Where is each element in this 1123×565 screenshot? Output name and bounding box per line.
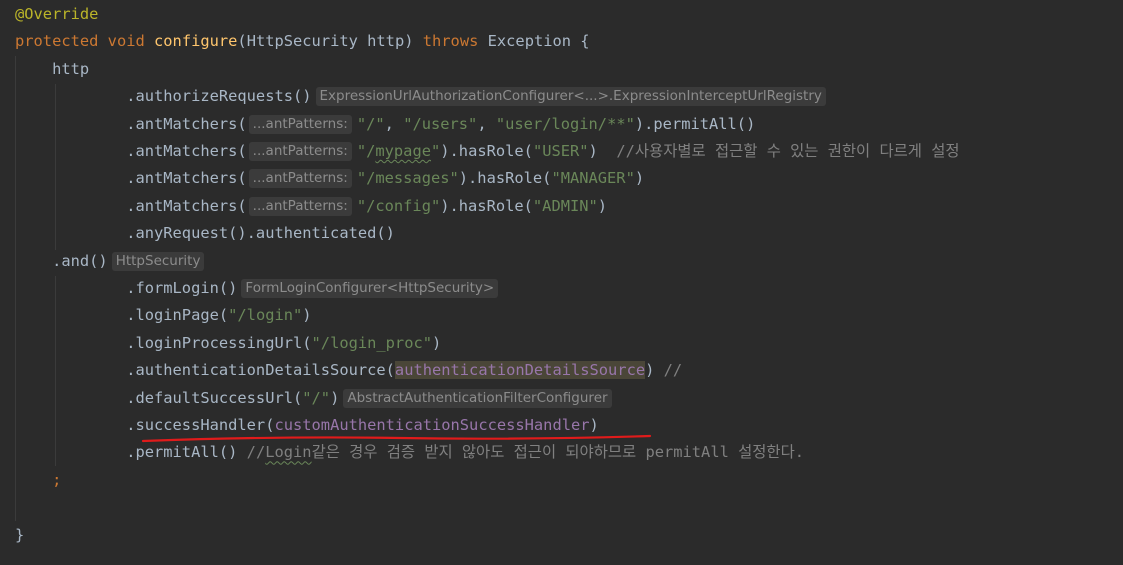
code-token: ).hasRole( (440, 142, 533, 160)
code-line[interactable]: .antMatchers(...antPatterns: "/messages")… (15, 165, 644, 192)
red-underline-annotation (141, 434, 652, 443)
keyword-token: protected (15, 32, 108, 51)
keyword-token: void (107, 32, 155, 51)
type-hint: ExpressionUrlAuthorizationConfigurer<...… (315, 87, 826, 107)
code-token: , (477, 114, 496, 133)
annotation-token: @Override (15, 5, 99, 23)
code-token: ) (432, 333, 442, 352)
type-hint: AbstractAuthenticationFilterConfigurer (343, 388, 612, 408)
string-literal: "ADMIN" (532, 196, 598, 215)
code-token: ) (597, 196, 608, 215)
code-token: .antMatchers( (126, 196, 247, 215)
code-line[interactable]: ; (15, 467, 61, 494)
type-hint: FormLoginConfigurer<HttpSecurity> (241, 279, 499, 298)
code-line[interactable]: http (15, 56, 89, 83)
code-token: .authorizeRequests() (126, 87, 312, 106)
code-line[interactable]: .and() HttpSecurity (15, 248, 208, 275)
string-literal: mypage (375, 142, 431, 160)
method-name-token: configure (154, 32, 238, 51)
string-literal: "MANAGER" (551, 169, 635, 188)
code-token: .loginProcessingUrl( (126, 333, 312, 352)
code-token: .and() (52, 251, 108, 270)
string-literal: "/messages" (356, 169, 459, 188)
string-literal: "USER" (532, 142, 589, 160)
code-line[interactable]: .antMatchers(...antPatterns: "/config").h… (15, 193, 607, 220)
code-token: http (52, 59, 90, 78)
keyword-token: throws (422, 32, 488, 51)
code-line[interactable]: .defaultSuccessUrl("/") AbstractAuthentic… (15, 385, 616, 412)
parameter-hint: ...antPatterns: (248, 114, 352, 134)
string-literal: "/users" (403, 114, 478, 133)
code-token: Exception { (487, 32, 590, 51)
code-token: .antMatchers( (126, 169, 247, 188)
comment-text: // (663, 361, 683, 380)
code-token: } (15, 525, 25, 544)
string-literal: " (430, 142, 441, 160)
string-literal: "/ (356, 142, 376, 160)
parameter-hint: ...antPatterns: (248, 142, 352, 161)
code-token: ).hasRole( (440, 196, 533, 215)
code-line[interactable]: .antMatchers(...antPatterns: "/", "/users… (15, 111, 755, 138)
comment-text: //사용자별로 접근할 수 있는 권한이 다르게 설정 (616, 142, 960, 160)
code-editor[interactable]: @Override protected void configure(HttpSe… (0, 0, 1123, 565)
code-line[interactable]: .anyRequest().authenticated() (15, 220, 395, 247)
string-literal: "/login" (228, 306, 303, 325)
string-literal: "/" (302, 388, 331, 407)
code-token: .defaultSuccessUrl( (126, 388, 303, 407)
code-line[interactable]: .formLogin() FormLoginConfigurer<HttpSecu… (15, 275, 502, 302)
code-token: (HttpSecurity http) (237, 32, 423, 51)
string-literal: "user/login/**" (495, 114, 635, 133)
code-line[interactable]: protected void configure(HttpSecurity ht… (15, 28, 590, 55)
code-token: .authenticationDetailsSource( (126, 361, 395, 380)
code-token: .antMatchers( (126, 142, 247, 160)
code-line[interactable]: .authenticationDetailsSource(authenticat… (15, 357, 682, 384)
code-line[interactable]: .loginProcessingUrl("/login_proc") (15, 330, 441, 357)
code-line[interactable]: .loginPage("/login") (15, 302, 312, 329)
field-reference-highlighted: authenticationDetailsSource (394, 361, 646, 380)
code-token: ) (588, 142, 617, 160)
string-literal: "/login_proc" (311, 333, 432, 352)
code-token: ) (330, 388, 340, 407)
keyword-token: ; (52, 470, 62, 489)
code-token: .antMatchers( (126, 114, 247, 133)
code-token: .formLogin() (126, 279, 238, 297)
string-literal: "/config" (356, 196, 441, 215)
code-token: , (384, 114, 404, 133)
code-token: ).hasRole( (458, 169, 552, 188)
code-line[interactable]: .antMatchers(...antPatterns: "/mypage").h… (15, 138, 960, 165)
code-token: .loginPage( (126, 306, 229, 325)
code-line[interactable]: } (15, 522, 24, 549)
code-token: ).permitAll() (634, 114, 756, 133)
parameter-hint: ...antPatterns: (248, 196, 352, 216)
type-hint: HttpSecurity (111, 251, 205, 271)
code-line[interactable]: @Override (15, 1, 98, 28)
parameter-hint: ...antPatterns: (248, 169, 352, 189)
code-line[interactable]: .authorizeRequests() ExpressionUrlAuthori… (15, 83, 830, 110)
code-token: .anyRequest().authenticated() (126, 224, 395, 243)
string-literal: "/" (356, 114, 385, 133)
code-token: ) (645, 361, 664, 380)
code-token: ) (634, 169, 645, 188)
code-token: ) (302, 306, 312, 325)
